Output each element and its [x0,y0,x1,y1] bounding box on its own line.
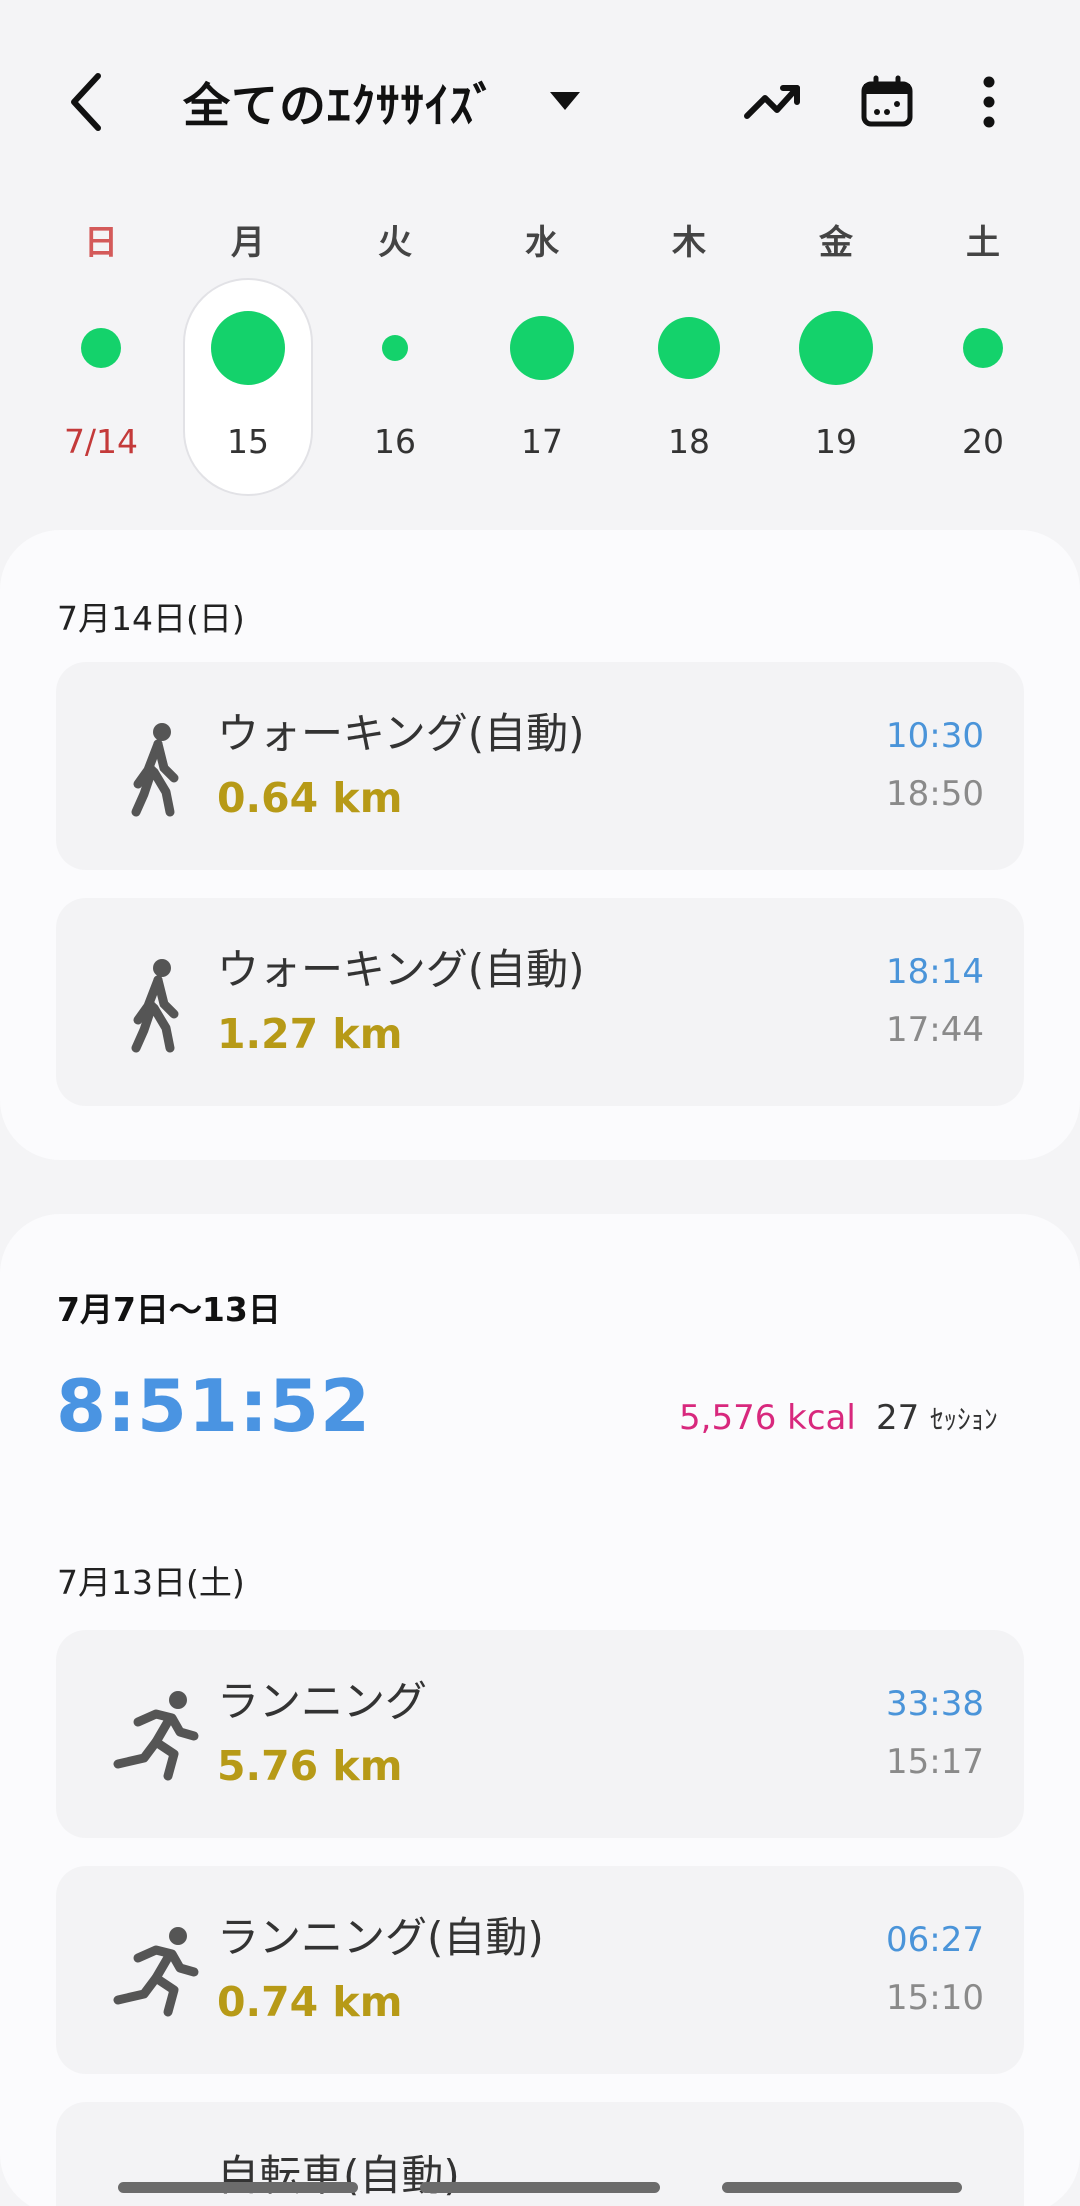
activity-dot [211,311,285,385]
day-name: 日 [84,223,118,263]
system-nav-bar [0,2160,1080,2206]
exercise-duration: 18:14 [886,952,984,992]
exercise-row[interactable]: ウォーキング(自動) 0.64 km 10:30 18:50 [56,662,1024,870]
calendar-button[interactable] [855,70,919,134]
date-header: 7月13日(土) [57,1563,245,1602]
caret-down-icon [549,92,580,110]
trending-up-icon [744,85,800,119]
day-number: 19 [815,422,857,461]
app-header: 全てのｴｸｻｻｲｽﾞ [0,0,1080,200]
day-name: 金 [819,223,853,263]
session-count: 27 ｾｯｼｮﾝ [876,1398,998,1438]
day-sat[interactable]: 土 20 [918,200,1048,500]
running-icon [113,1927,199,2017]
exercise-start-time: 17:44 [886,1010,984,1050]
activity-dot [510,316,574,380]
more-options-button[interactable] [957,70,1021,134]
calendar-icon [861,75,913,127]
date-header: 7月14日(日) [57,599,245,638]
exercise-name: ランニング [217,1677,428,1726]
exercise-row[interactable]: ウォーキング(自動) 1.27 km 18:14 17:44 [56,898,1024,1106]
exercise-duration: 33:38 [886,1684,984,1724]
activity-dot [81,328,121,368]
total-duration: 8:51:52 [56,1364,372,1448]
exercise-name: ウォーキング(自動) [217,709,585,758]
back-button[interactable] [58,62,118,142]
page-title: 全てのｴｸｻｻｲｽﾞ [183,78,498,134]
day-name: 水 [525,223,559,263]
day-number: 7/14 [63,422,139,461]
week-selector: 日 7/14 月 15 火 16 水 17 木 18 金 19 土 20 [0,200,1080,510]
day-fri[interactable]: 金 19 [771,200,901,500]
exercise-duration: 10:30 [886,716,984,756]
exercise-start-time: 15:10 [886,1978,984,2018]
exercise-name: ランニング(自動) [217,1913,544,1962]
nav-home-button[interactable] [420,2182,660,2193]
exercise-name: ウォーキング(自動) [217,945,585,994]
total-calories: 5,576 kcal [679,1398,856,1438]
running-icon [113,1691,199,1781]
day-wed[interactable]: 水 17 [477,200,607,500]
day-name: 月 [231,223,265,263]
walking-icon [131,723,179,817]
day-name: 木 [672,223,706,263]
day-number: 20 [962,422,1004,461]
more-vertical-icon [983,76,995,128]
day-tue[interactable]: 火 16 [330,200,460,500]
exercise-distance: 5.76 km [217,1742,403,1790]
nav-back-button[interactable] [722,2182,962,2193]
activity-dot [382,335,408,361]
day-sun[interactable]: 日 7/14 [36,200,166,500]
day-thu[interactable]: 木 18 [624,200,754,500]
day-number: 17 [521,422,563,461]
walking-icon [131,959,179,1053]
activity-dot [963,328,1003,368]
exercise-distance: 1.27 km [217,1010,403,1058]
exercise-type-dropdown[interactable]: 全てのｴｸｻｻｲｽﾞ [183,66,580,136]
week-range: 7月7日～13日 [57,1290,281,1329]
week-summary-card: 7月7日～13日 8:51:52 5,576 kcal 27 ｾｯｼｮﾝ 7月1… [0,1214,1080,2206]
exercise-start-time: 15:17 [886,1742,984,1782]
day-number: 15 [227,422,269,461]
exercise-duration: 06:27 [886,1920,984,1960]
day-name: 火 [378,223,412,263]
today-card: 7月14日(日) ウォーキング(自動) 0.64 km 10:30 18:50 [0,530,1080,1160]
exercise-row[interactable]: ランニング 5.76 km 33:38 15:17 [56,1630,1024,1838]
day-number: 16 [374,422,416,461]
exercise-history-screen: 全てのｴｸｻｻｲｽﾞ 日 7/14 月 15 火 16 水 17 木 18 金 … [0,0,1080,2206]
activity-dot [658,317,720,379]
exercise-start-time: 18:50 [886,774,984,814]
exercise-row[interactable]: ランニング(自動) 0.74 km 06:27 15:10 [56,1866,1024,2074]
activity-dot [799,311,873,385]
day-name: 土 [966,223,1000,263]
session-unit: ｾｯｼｮﾝ [930,1405,998,1436]
day-mon[interactable]: 月 15 [183,200,313,500]
session-count-value: 27 [876,1398,920,1438]
exercise-distance: 0.64 km [217,774,403,822]
nav-recents-button[interactable] [118,2182,358,2193]
chevron-left-icon [71,73,101,131]
exercise-distance: 0.74 km [217,1978,403,2026]
day-number: 18 [668,422,710,461]
trends-button[interactable] [741,70,805,134]
